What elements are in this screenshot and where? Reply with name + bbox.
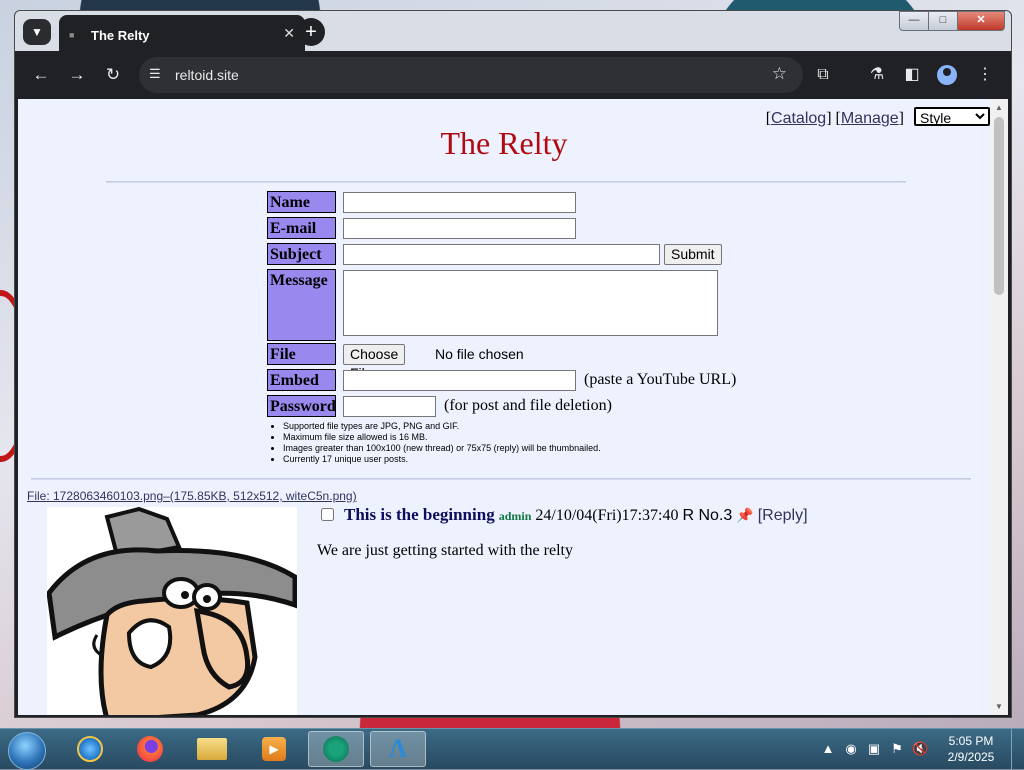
side-panel-icon[interactable]: ◧: [902, 65, 922, 85]
embed-note: (paste a YouTube URL): [584, 371, 737, 388]
imageboard-page: [Catalog] [Manage] Style The Relty Name …: [18, 99, 990, 715]
window-controls: — □ ✕: [899, 11, 1005, 31]
email-input[interactable]: [343, 218, 576, 239]
app-a-taskbar-icon[interactable]: Λ: [370, 731, 426, 767]
minimize-button[interactable]: —: [899, 11, 929, 31]
post-datetime: 24/10/04(Fri)17:37:40: [535, 507, 679, 524]
address-bar[interactable]: ☰ reltoid.site ☆: [139, 57, 803, 93]
style-select[interactable]: Style: [914, 107, 990, 126]
browser-toolbar: ← → ↻ ☰ reltoid.site ☆ ⧉ ⚗ ◧ ⋮: [15, 51, 1011, 99]
chrome-taskbar-icon[interactable]: [308, 731, 364, 767]
page-favicon-icon: ■: [69, 30, 75, 40]
rules-list: Supported file types are JPG, PNG and GI…: [267, 421, 601, 465]
divider: [31, 478, 971, 480]
network-status-icon[interactable]: ◉: [843, 741, 859, 757]
menu-kebab-icon[interactable]: ⋮: [975, 65, 995, 85]
action-center-flag-icon[interactable]: ⚑: [889, 741, 905, 757]
back-arrow-icon[interactable]: ←: [31, 65, 51, 85]
extensions-icon[interactable]: ⧉: [813, 65, 833, 85]
media-player-taskbar-icon[interactable]: ▶: [246, 731, 302, 767]
tab-the-relty[interactable]: ■ The Relty ✕: [59, 15, 305, 53]
rule-item: Images greater than 100x100 (new thread)…: [283, 443, 601, 454]
cartoon-hat-man-icon: [47, 507, 297, 715]
browser-window: ▼ ■ The Relty ✕ + — □ ✕ ← → ↻ ☰ reltoid.…: [14, 10, 1012, 718]
browser-app-icon: [323, 736, 349, 762]
subject-input[interactable]: [343, 244, 660, 265]
maximize-button[interactable]: □: [928, 11, 958, 31]
tab-strip: ▼ ■ The Relty ✕ + — □ ✕: [15, 11, 1011, 53]
scrollbar-thumb[interactable]: [994, 117, 1004, 295]
message-textarea[interactable]: [343, 270, 718, 336]
password-input[interactable]: [343, 396, 436, 417]
no-file-chosen-text: No file chosen: [435, 346, 524, 362]
close-window-button[interactable]: ✕: [957, 11, 1005, 31]
labs-flask-icon[interactable]: ⚗: [867, 65, 887, 85]
rule-item: Maximum file size allowed is 16 MB.: [283, 432, 601, 443]
scroll-up-arrow-icon[interactable]: ▲: [995, 103, 1003, 112]
page-scrollbar[interactable]: ▲ ▼: [990, 99, 1008, 715]
taskbar: ▶ Λ ▲ ◉ ▣ ⚑ 🔇 5:05 PM 2/9/2025: [0, 728, 1024, 770]
embed-input[interactable]: [343, 370, 576, 391]
message-label: Message: [267, 269, 336, 341]
post-file-info-link[interactable]: File: 1728063460103.png–(175.85KB, 512x5…: [27, 489, 357, 503]
firefox-icon: [137, 736, 163, 762]
forward-arrow-icon[interactable]: →: [67, 65, 87, 85]
internet-explorer-taskbar-icon[interactable]: [62, 731, 118, 767]
post-header: This is the beginning admin 24/10/04(Fri…: [321, 505, 808, 525]
name-label: Name: [267, 191, 336, 213]
scroll-down-arrow-icon[interactable]: ▼: [995, 702, 1003, 711]
embed-label: Embed: [267, 369, 336, 391]
subject-label: Subject: [267, 243, 336, 265]
volume-muted-icon[interactable]: 🔇: [912, 741, 928, 757]
post-thumbnail-image[interactable]: [47, 507, 297, 715]
firefox-taskbar-icon[interactable]: [122, 731, 178, 767]
page-viewport: [Catalog] [Manage] Style The Relty Name …: [18, 99, 1008, 715]
post-number[interactable]: R No.3: [683, 507, 733, 524]
name-input[interactable]: [343, 192, 576, 213]
reload-icon[interactable]: ↻: [103, 65, 123, 85]
post-select-checkbox[interactable]: [321, 508, 334, 521]
file-label: File: [267, 343, 336, 365]
show-desktop-button[interactable]: [1011, 729, 1024, 769]
submit-button[interactable]: Submit: [664, 244, 722, 265]
password-label: Password: [267, 395, 336, 417]
rule-item: Supported file types are JPG, PNG and GI…: [283, 421, 601, 432]
bookmark-star-icon[interactable]: ☆: [772, 64, 787, 84]
address-url: reltoid.site: [175, 67, 239, 83]
system-clock[interactable]: 5:05 PM 2/9/2025: [938, 733, 1004, 765]
file-explorer-taskbar-icon[interactable]: [184, 731, 240, 767]
choose-file-button[interactable]: Choose File: [343, 344, 406, 381]
tab-title: The Relty: [91, 28, 150, 43]
plus-icon: +: [305, 21, 317, 43]
clock-time: 5:05 PM: [948, 734, 994, 748]
pinned-icon: 📌: [736, 509, 754, 524]
reply-link[interactable]: [Reply]: [758, 507, 808, 524]
tab-search-button[interactable]: ▼: [23, 19, 51, 45]
post-message: We are just getting started with the rel…: [317, 542, 573, 559]
chevron-down-icon: ▼: [31, 25, 43, 39]
folder-icon: [197, 738, 227, 760]
divider: [106, 181, 906, 183]
letter-a-app-icon: Λ: [388, 734, 408, 763]
close-tab-icon[interactable]: ✕: [283, 25, 295, 42]
play-icon: ▶: [262, 737, 286, 761]
new-tab-button[interactable]: +: [297, 18, 325, 46]
show-hidden-icons-icon[interactable]: ▲: [820, 741, 836, 757]
profile-avatar-icon[interactable]: [937, 65, 957, 85]
display-icon[interactable]: ▣: [866, 741, 882, 757]
start-button[interactable]: [8, 732, 46, 770]
email-label: E-mail: [267, 217, 336, 239]
rule-item: Currently 17 unique user posts.: [283, 454, 601, 465]
ie-icon: [77, 736, 103, 762]
password-note: (for post and file deletion): [444, 397, 612, 414]
site-info-icon[interactable]: ☰: [149, 66, 161, 82]
board-title: The Relty: [440, 125, 568, 161]
post-subject: This is the beginning: [344, 505, 495, 524]
post-author-name: admin: [498, 509, 532, 523]
clock-date: 2/9/2025: [947, 750, 995, 764]
